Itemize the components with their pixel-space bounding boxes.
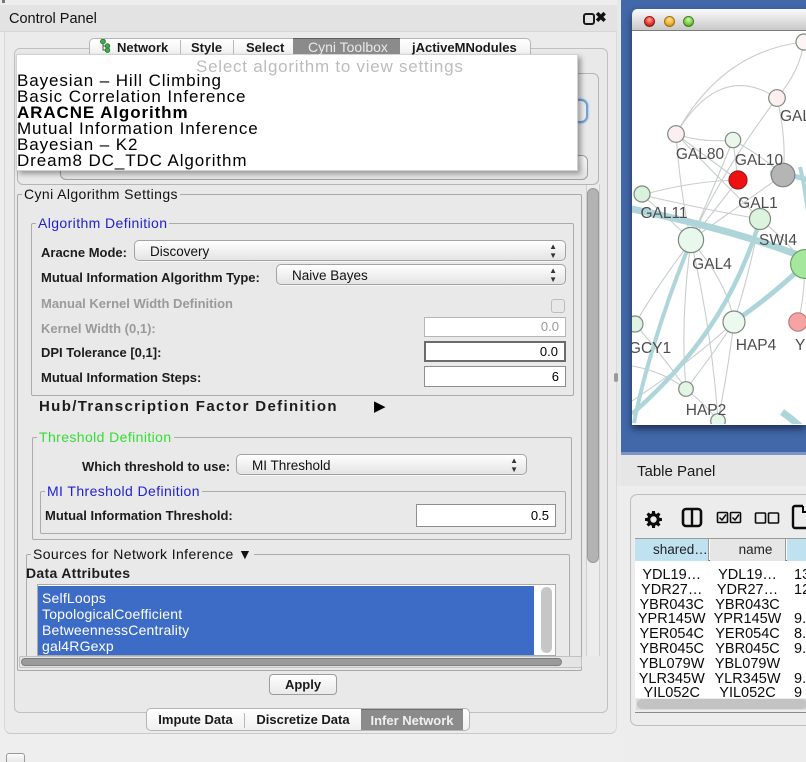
svg-text:SWI4: SWI4: [759, 232, 797, 249]
svg-text:HAP4: HAP4: [736, 337, 777, 354]
svg-text:GAL7: GAL7: [780, 108, 806, 125]
svg-text:GAL10: GAL10: [735, 152, 784, 169]
svg-text:GAL4: GAL4: [692, 256, 732, 273]
svg-text:GAL11: GAL11: [640, 205, 687, 222]
svg-text:GAL1: GAL1: [738, 195, 778, 212]
svg-text:HAP2: HAP2: [686, 402, 727, 419]
svg-text:GAL80: GAL80: [676, 146, 725, 163]
svg-text:GCY1: GCY1: [632, 340, 671, 357]
svg-text:YE: YE: [795, 337, 806, 354]
